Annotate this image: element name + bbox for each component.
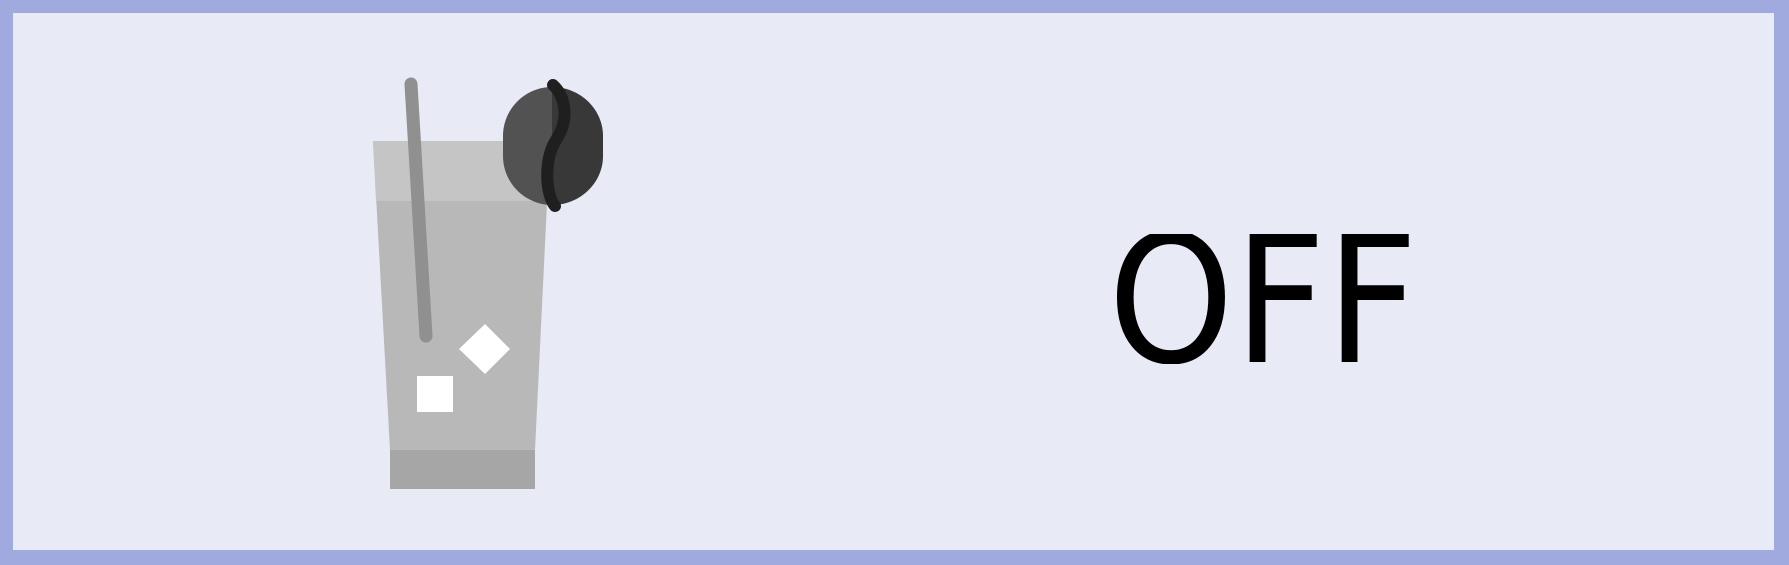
coffee-bean-icon (503, 79, 603, 212)
iced-coffee-icon (373, 77, 603, 489)
ice-cube-square (417, 376, 453, 412)
toggle-state-text: OFF (1110, 234, 1418, 364)
toggle-state-label: OFF (1110, 234, 1418, 364)
glass-base (390, 450, 535, 489)
